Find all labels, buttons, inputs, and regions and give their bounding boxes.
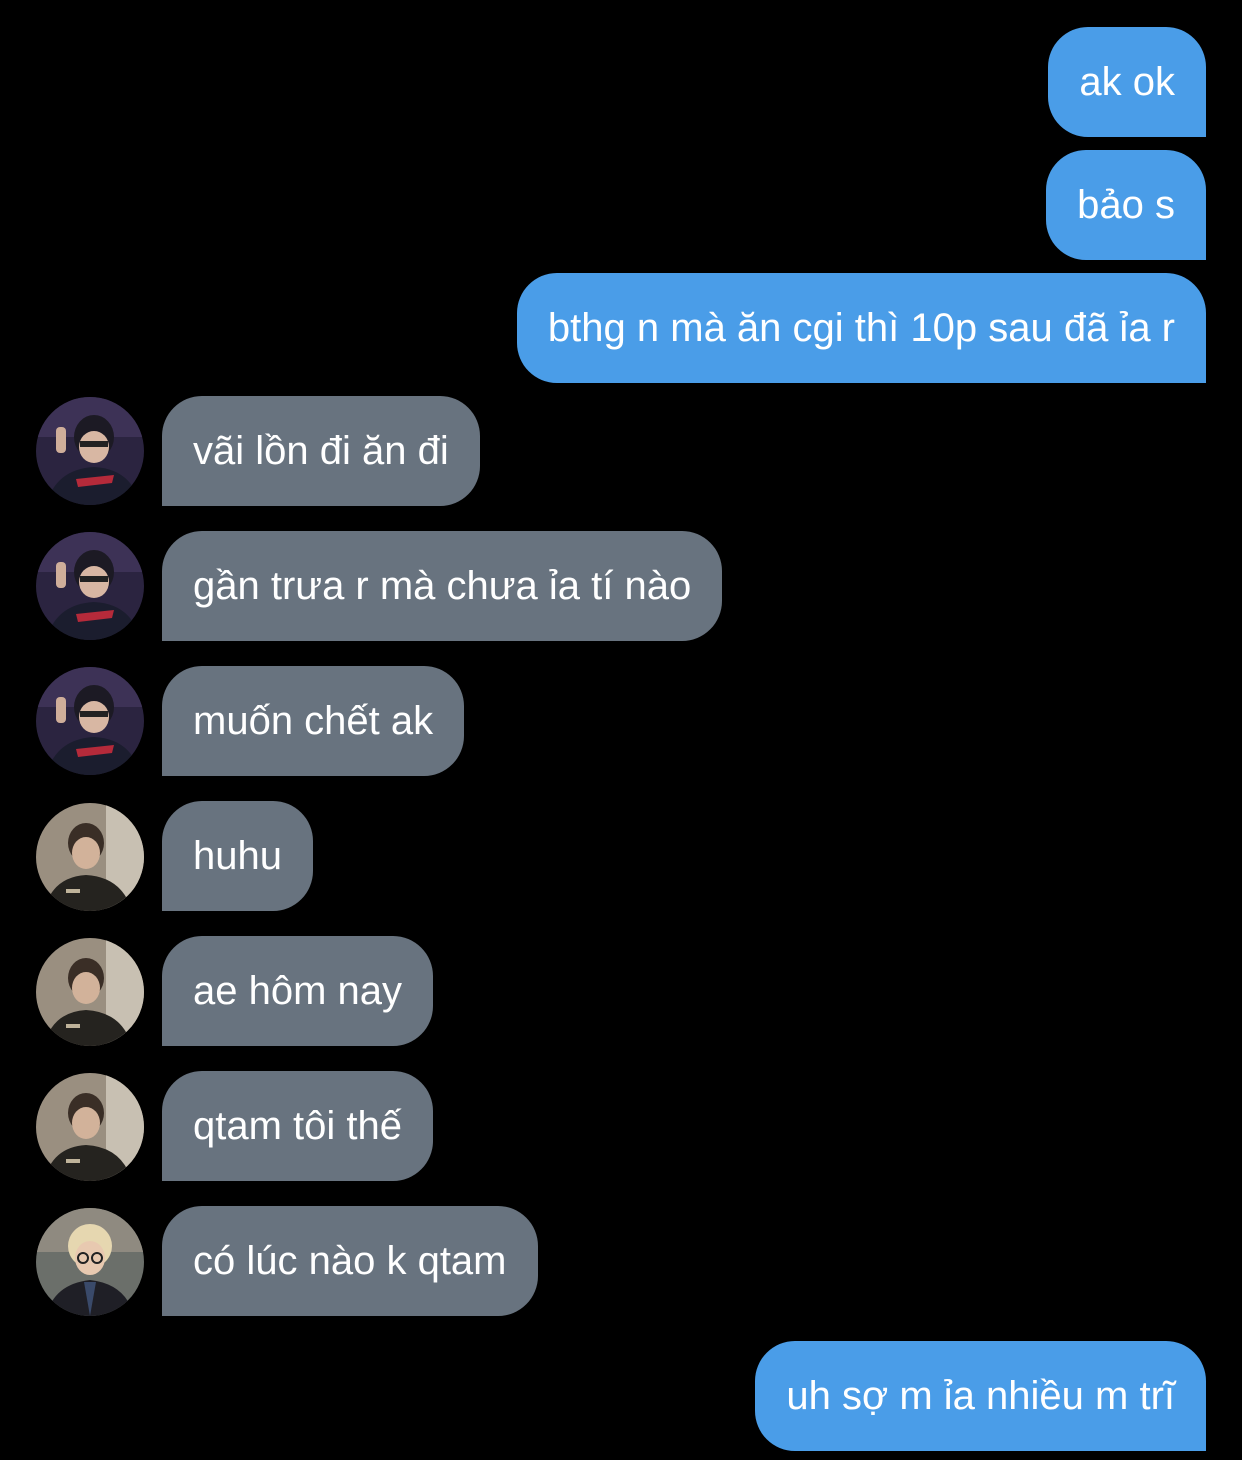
outgoing-message-bubble[interactable]: bthg n mà ăn cgi thì 10p sau đã ỉa r bbox=[516, 273, 1206, 383]
message-text: có lúc nào k qtam bbox=[193, 1239, 507, 1283]
message-text: bthg n mà ăn cgi thì 10p sau đã ỉa r bbox=[547, 306, 1175, 350]
message-text: bảo s bbox=[1077, 183, 1175, 227]
message-text: ak ok bbox=[1079, 60, 1175, 104]
message-text: huhu bbox=[193, 834, 282, 878]
message-text: ae hôm nay bbox=[193, 969, 403, 1013]
message-text: gần trưa r mà chưa ỉa tí nào bbox=[193, 564, 692, 608]
incoming-message-bubble[interactable]: qtam tôi thế bbox=[162, 1071, 434, 1181]
avatar-warm-portrait-icon[interactable] bbox=[36, 803, 144, 911]
outgoing-message-bubble[interactable]: uh sợ m ỉa nhiều m trĩ bbox=[755, 1341, 1206, 1451]
incoming-message-bubble[interactable]: huhu bbox=[162, 801, 313, 911]
avatar-dark-jersey-icon[interactable] bbox=[36, 397, 144, 505]
avatar-blond-glasses-icon[interactable] bbox=[36, 1208, 144, 1316]
message-text: qtam tôi thế bbox=[193, 1104, 403, 1148]
outgoing-message-bubble[interactable]: bảo s bbox=[1046, 150, 1206, 260]
message-text: muốn chết ak bbox=[193, 699, 434, 743]
message-text: vãi lồn đi ăn đi bbox=[193, 429, 449, 473]
incoming-message-bubble[interactable]: ae hôm nay bbox=[162, 936, 434, 1046]
avatar-warm-portrait-icon[interactable] bbox=[36, 938, 144, 1046]
incoming-message-bubble[interactable]: muốn chết ak bbox=[162, 666, 465, 776]
message-text: uh sợ m ỉa nhiều m trĩ bbox=[786, 1374, 1175, 1418]
chat-thread: ak ok bảo s bthg n mà ăn cgi thì 10p sau… bbox=[0, 0, 1242, 1460]
incoming-message-bubble[interactable]: có lúc nào k qtam bbox=[162, 1206, 538, 1316]
outgoing-message-bubble[interactable]: ak ok bbox=[1048, 27, 1206, 137]
avatar-dark-jersey-icon[interactable] bbox=[36, 667, 144, 775]
avatar-warm-portrait-icon[interactable] bbox=[36, 1073, 144, 1181]
avatar-dark-jersey-icon[interactable] bbox=[36, 532, 144, 640]
incoming-message-bubble[interactable]: gần trưa r mà chưa ỉa tí nào bbox=[162, 531, 723, 641]
incoming-message-bubble[interactable]: vãi lồn đi ăn đi bbox=[162, 396, 480, 506]
